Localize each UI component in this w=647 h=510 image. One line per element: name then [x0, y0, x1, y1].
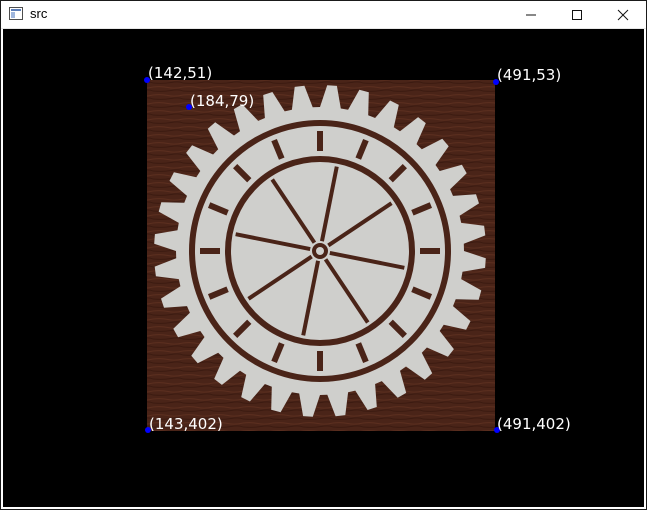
coord-label-inner: (184,79)	[190, 92, 255, 110]
image-svg	[144, 77, 500, 433]
close-icon	[617, 9, 629, 20]
close-button[interactable]	[600, 1, 646, 28]
coord-label-bottom-right: (491,402)	[497, 415, 571, 433]
app-window: src (142,51) (491,53) (184,79) (143,402)…	[0, 0, 647, 510]
coord-label-top-left: (142,51)	[148, 64, 213, 82]
coord-label-top-right: (491,53)	[497, 66, 562, 84]
maximize-icon	[572, 9, 582, 20]
image-canvas[interactable]: (142,51) (491,53) (184,79) (143,402) (49…	[3, 29, 644, 507]
minimize-button[interactable]	[508, 1, 554, 28]
maximize-button[interactable]	[554, 1, 600, 28]
title-bar[interactable]: src	[1, 1, 646, 29]
minimize-icon	[526, 14, 536, 15]
coord-label-bottom-left: (143,402)	[149, 415, 223, 433]
window-title: src	[30, 6, 48, 21]
app-window-icon	[9, 7, 23, 20]
